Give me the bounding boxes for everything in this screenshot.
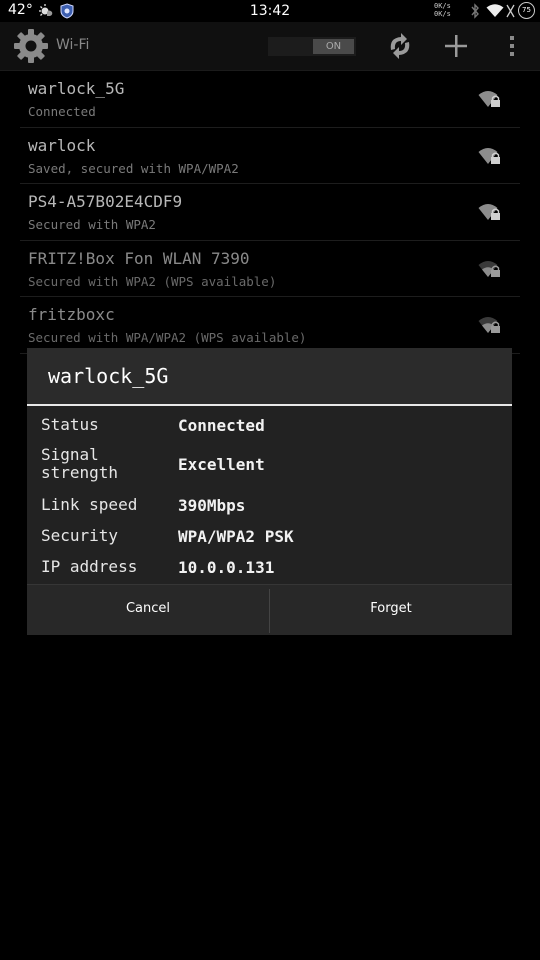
dialog-body: Status Connected Signal strength Excelle… xyxy=(27,406,512,584)
network-list: warlock_5G Connected warlock Saved, secu… xyxy=(20,71,520,354)
network-status: Secured with WPA2 (WPS available) xyxy=(28,273,277,289)
network-name: FRITZ!Box Fon WLAN 7390 xyxy=(28,248,250,268)
toggle-on-label: ON xyxy=(313,39,354,54)
dialog-title: warlock_5G xyxy=(48,364,169,388)
cancel-button[interactable]: Cancel xyxy=(27,585,269,635)
detail-value: WPA/WPA2 PSK xyxy=(178,527,294,546)
detail-label: Status xyxy=(41,415,99,434)
detail-label: IP address xyxy=(41,557,138,576)
network-name: warlock_5G xyxy=(28,79,125,98)
battery-icon: 75 xyxy=(518,2,535,19)
add-network-icon[interactable] xyxy=(441,32,471,60)
network-name: PS4-A57B02E4CDF9 xyxy=(28,192,183,211)
network-item[interactable]: warlock Saved, secured with WPA/WPA2 xyxy=(20,128,520,184)
wifi-signal-lock-icon xyxy=(478,315,502,339)
network-rates: 0K/s 0K/s xyxy=(434,2,451,18)
dialog-button-bar: Cancel Forget xyxy=(27,584,512,635)
wifi-signal-lock-icon xyxy=(478,259,502,283)
roaming-icon xyxy=(505,3,516,23)
wifi-toggle[interactable]: ON xyxy=(268,37,356,56)
rate-up: 0K/s xyxy=(434,2,451,10)
bluetooth-icon xyxy=(470,3,480,23)
clock: 13:42 xyxy=(249,3,291,19)
status-bar: 42° 13:42 0K/s 0K/s 75 xyxy=(0,0,540,22)
dialog-header: warlock_5G xyxy=(27,348,512,406)
network-status: Saved, secured with WPA/WPA2 xyxy=(28,160,239,176)
network-item[interactable]: fritzboxc Secured with WPA/WPA2 (WPS ava… xyxy=(20,297,520,354)
detail-label: Signal strength xyxy=(41,445,119,482)
network-item[interactable]: PS4-A57B02E4CDF9 Secured with WPA2 xyxy=(20,184,520,241)
wifi-signal-lock-icon xyxy=(478,202,502,226)
wifi-icon xyxy=(486,3,504,22)
network-item[interactable]: FRITZ!Box Fon WLAN 7390 Secured with WPA… xyxy=(20,241,520,297)
network-item[interactable]: warlock_5G Connected xyxy=(20,71,520,128)
detail-label: Link speed xyxy=(41,495,138,514)
wifi-signal-lock-icon xyxy=(478,146,502,170)
network-status: Secured with WPA/WPA2 (WPS available) xyxy=(28,330,307,345)
network-details-dialog: warlock_5G Status Connected Signal stren… xyxy=(27,348,512,635)
wps-refresh-icon[interactable] xyxy=(385,32,415,60)
screen-title: Wi-Fi xyxy=(56,37,90,53)
network-status: Connected xyxy=(28,104,96,119)
network-name: warlock xyxy=(28,135,96,155)
rate-down: 0K/s xyxy=(434,10,451,18)
wifi-signal-lock-icon xyxy=(478,89,502,113)
detail-value: 10.0.0.131 xyxy=(178,558,275,577)
detail-value: 390Mbps xyxy=(178,496,246,515)
network-status: Secured with WPA2 xyxy=(28,217,156,232)
network-name: fritzboxc xyxy=(28,305,115,324)
action-bar: Wi-Fi ON xyxy=(0,22,540,71)
settings-gear-icon[interactable] xyxy=(12,27,50,69)
detail-value: Connected xyxy=(178,416,265,435)
detail-label: Security xyxy=(41,526,119,545)
overflow-menu-icon[interactable] xyxy=(497,32,527,60)
forget-button[interactable]: Forget xyxy=(270,585,512,635)
detail-value: Excellent xyxy=(178,455,265,474)
